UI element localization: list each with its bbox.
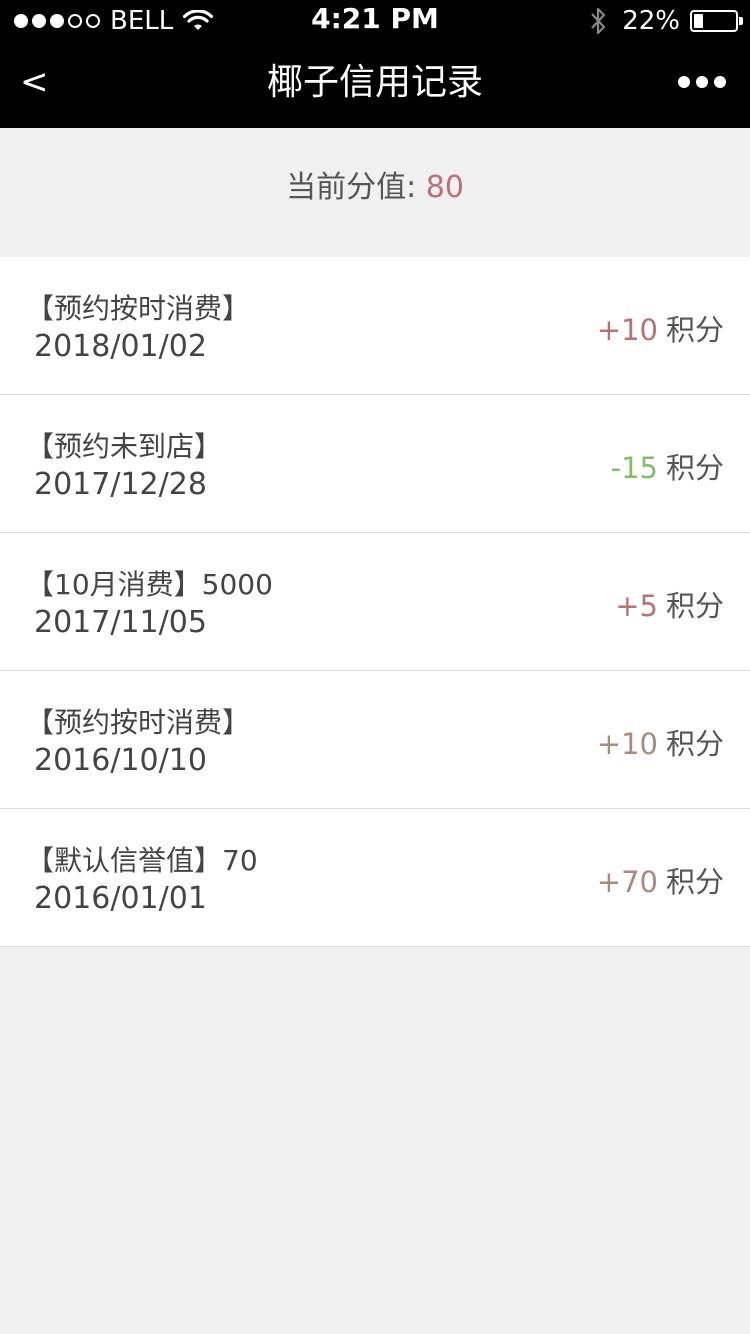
record-row: 【预约按时消费】 2018/01/02 +10 积分 <box>0 257 750 395</box>
record-row: 【预约按时消费】 2016/10/10 +10 积分 <box>0 671 750 809</box>
more-dot-icon <box>714 76 726 88</box>
current-score-value: 80 <box>425 170 464 205</box>
record-row: 【10月消费】5000 2017/11/05 +5 积分 <box>0 533 750 671</box>
record-points: +70 积分 <box>597 859 724 901</box>
battery-icon <box>690 10 743 32</box>
record-points: +10 积分 <box>597 307 724 349</box>
record-title: 【预约未到店】 <box>26 430 223 463</box>
record-row: 【预约未到店】 2017/12/28 -15 积分 <box>0 395 750 533</box>
page-title: 椰子信用记录 <box>266 62 483 103</box>
status-bar: BELL 4:21 PM 22% <box>0 0 750 40</box>
record-points: +5 积分 <box>615 583 724 625</box>
record-points: +10 积分 <box>597 721 724 763</box>
record-date: 2017/11/05 <box>34 605 207 640</box>
credit-record-list: 【预约按时消费】 2018/01/02 +10 积分 【预约未到店】 2017/12/28… <box>0 257 750 947</box>
nav-bar: < 椰子信用记录 <box>0 40 750 128</box>
record-title: 【默认信誉值】70 <box>26 844 258 877</box>
record-title: 【预约按时消费】 <box>26 292 251 325</box>
points-unit: 积分 <box>665 451 724 485</box>
record-date: 2018/01/02 <box>34 329 207 364</box>
more-button[interactable] <box>674 70 730 94</box>
points-delta: +5 <box>615 589 658 623</box>
battery-level <box>694 14 703 28</box>
more-dot-icon <box>678 76 690 88</box>
record-title: 【预约按时消费】 <box>26 706 251 739</box>
record-title: 【10月消费】5000 <box>26 568 273 601</box>
record-date: 2016/01/01 <box>34 881 207 916</box>
status-right: 22% <box>588 4 743 38</box>
points-unit: 积分 <box>665 313 724 347</box>
more-dot-icon <box>696 76 708 88</box>
points-unit: 积分 <box>665 589 724 623</box>
points-delta: -15 <box>610 451 658 485</box>
current-score-summary: 当前分值: 80 <box>0 128 750 256</box>
points-delta: +70 <box>596 865 658 899</box>
battery-cap <box>739 17 743 25</box>
battery-percent: 22% <box>622 6 680 36</box>
record-date: 2017/12/28 <box>34 467 207 502</box>
record-date: 2016/10/10 <box>34 743 207 778</box>
points-delta: +10 <box>596 313 658 347</box>
back-button[interactable]: < <box>20 60 49 104</box>
record-row: 【默认信誉值】70 2016/01/01 +70 积分 <box>0 809 750 947</box>
points-unit: 积分 <box>665 727 724 761</box>
record-points: -15 积分 <box>611 445 724 487</box>
points-delta: +10 <box>596 727 658 761</box>
points-unit: 积分 <box>665 865 724 899</box>
bluetooth-icon <box>588 6 608 36</box>
current-score-label: 当前分值: <box>286 170 426 205</box>
